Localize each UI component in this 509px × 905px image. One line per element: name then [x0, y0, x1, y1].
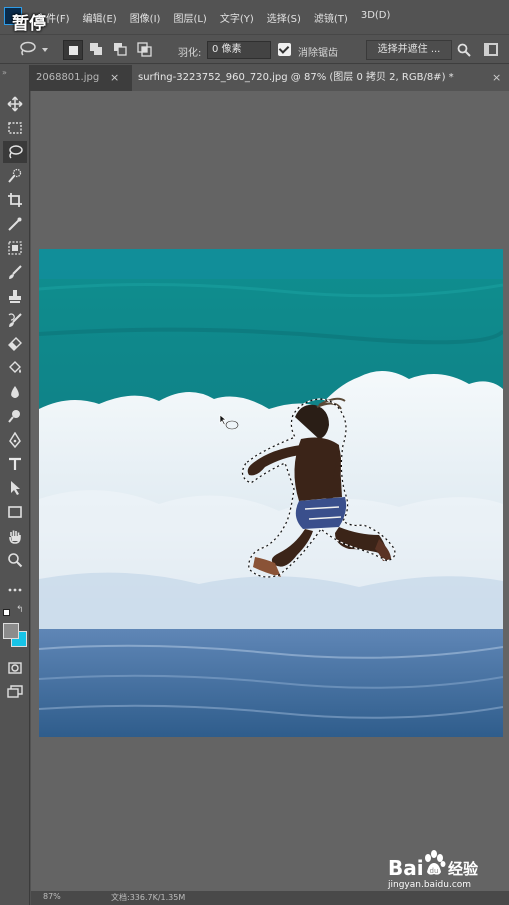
tab-document-1[interactable]: 2068801.jpg ×: [30, 65, 132, 91]
menu-image[interactable]: 图像(I): [130, 10, 161, 25]
tab-label: surfing-3223752_960_720.jpg @ 87% (图层 0 …: [138, 72, 454, 83]
collapse-panel-icon[interactable]: »: [2, 68, 7, 77]
tool-lasso[interactable]: [3, 141, 27, 163]
rectangle-icon: [8, 506, 22, 518]
tool-preset-chevron-down-icon[interactable]: [42, 48, 48, 52]
feather-input[interactable]: 0 像素: [207, 41, 271, 59]
default-colors-icon[interactable]: [3, 609, 10, 616]
eyedropper-icon: [8, 217, 22, 231]
tool-history-brush[interactable]: [3, 309, 27, 331]
tool-marquee[interactable]: [3, 117, 27, 139]
tool-type[interactable]: [3, 453, 27, 475]
tool-rectangle[interactable]: [3, 501, 27, 523]
tool-eyedropper[interactable]: [3, 213, 27, 235]
pen-icon: [9, 432, 21, 448]
dodge-icon: [8, 410, 20, 423]
status-zoom[interactable]: 87%: [43, 892, 61, 901]
tool-zoom[interactable]: [3, 549, 27, 571]
watermark-url: jingyan.baidu.com: [388, 880, 472, 890]
menu-edit[interactable]: 编辑(E): [83, 10, 117, 25]
document-image[interactable]: [39, 249, 503, 737]
hand-icon: [9, 530, 21, 544]
document-tabs: 2068801.jpg × surfing-3223752_960_720.jp…: [30, 65, 509, 91]
workspace-icon[interactable]: [484, 43, 498, 56]
lasso-icon: [9, 145, 23, 159]
menu-3d[interactable]: 3D(D): [361, 10, 391, 25]
tool-frame[interactable]: [3, 237, 27, 259]
menu-file[interactable]: 文件(F): [36, 10, 70, 25]
type-icon: [9, 457, 21, 470]
menu-items: 文件(F) 编辑(E) 图像(I) 图层(L) 文字(Y) 选择(S) 滤镜(T…: [36, 10, 403, 25]
lasso-cursor-icon: [219, 414, 239, 430]
status-doc-size: 文档:336.7K/1.35M: [111, 893, 186, 902]
tab-document-active[interactable]: surfing-3223752_960_720.jpg @ 87% (图层 0 …: [132, 65, 509, 91]
marquee-icon: [8, 122, 22, 134]
foreground-color-swatch[interactable]: [3, 623, 19, 639]
tool-blur[interactable]: [3, 381, 27, 403]
quick-mask-icon: [8, 662, 22, 674]
quick-selection-icon: [8, 168, 22, 183]
zoom-icon: [8, 553, 23, 568]
close-icon[interactable]: ×: [492, 65, 501, 91]
tools-panel: » ↰: [0, 65, 30, 905]
lasso-icon[interactable]: [18, 41, 36, 57]
path-selection-icon: [11, 481, 20, 495]
swap-colors-icon[interactable]: ↰: [16, 605, 24, 615]
eraser-icon: [8, 337, 22, 351]
more-dots-icon: [8, 588, 22, 592]
tool-quick-mask[interactable]: [3, 657, 27, 679]
tool-paint-bucket[interactable]: [3, 357, 27, 379]
tool-more[interactable]: [3, 579, 27, 601]
tool-screen-mode[interactable]: [3, 681, 27, 703]
tool-stamp[interactable]: [3, 285, 27, 307]
surfer-photo: [39, 249, 503, 737]
tab-label: 2068801.jpg: [36, 72, 100, 83]
tool-hand[interactable]: [3, 525, 27, 547]
menu-select[interactable]: 选择(S): [267, 10, 301, 25]
watermark-brand: Bai: [388, 856, 424, 880]
new-selection-button[interactable]: [63, 40, 83, 60]
menu-filter[interactable]: 滤镜(T): [314, 10, 348, 25]
svg-text:du: du: [430, 867, 439, 875]
add-to-selection-button[interactable]: [87, 40, 107, 60]
menu-layer[interactable]: 图层(L): [173, 10, 206, 25]
tool-move[interactable]: [3, 93, 27, 115]
tool-quick-selection[interactable]: [3, 165, 27, 187]
crop-icon: [8, 193, 22, 207]
feather-label: 羽化:: [178, 48, 202, 59]
anti-alias-checkbox[interactable]: [278, 43, 291, 56]
intersect-selection-button[interactable]: [135, 40, 155, 60]
anti-alias-label: 消除锯齿: [298, 48, 338, 59]
menu-bar: 暂停 文件(F) 编辑(E) 图像(I) 图层(L) 文字(Y) 选择(S) 滤…: [0, 0, 509, 34]
paint-bucket-icon: [9, 361, 21, 373]
baidu-jingyan-watermark: Bai du 经验 jingyan.baidu.com: [388, 850, 498, 894]
tool-path-selection[interactable]: [3, 477, 27, 499]
tool-dodge[interactable]: [3, 405, 27, 427]
tool-eraser[interactable]: [3, 333, 27, 355]
frame-icon: [8, 241, 22, 255]
menu-type[interactable]: 文字(Y): [220, 10, 254, 25]
screen-mode-icon: [7, 685, 23, 698]
subtract-from-selection-button[interactable]: [111, 40, 131, 60]
tool-crop[interactable]: [3, 189, 27, 211]
stamp-icon: [9, 290, 21, 303]
history-brush-icon: [8, 313, 22, 327]
select-and-mask-button[interactable]: 选择并遮住 ...: [366, 40, 452, 60]
search-icon[interactable]: [457, 43, 471, 57]
close-icon[interactable]: ×: [110, 65, 119, 91]
blur-drop-icon: [11, 386, 19, 398]
brush-icon: [9, 265, 22, 279]
options-bar: 羽化: 0 像素 消除锯齿 选择并遮住 ...: [0, 34, 509, 64]
move-icon: [7, 96, 23, 112]
tool-pen[interactable]: [3, 429, 27, 451]
tool-brush[interactable]: [3, 261, 27, 283]
watermark-jingyan: 经验: [448, 860, 479, 878]
baidu-paw-icon: du: [425, 850, 446, 875]
